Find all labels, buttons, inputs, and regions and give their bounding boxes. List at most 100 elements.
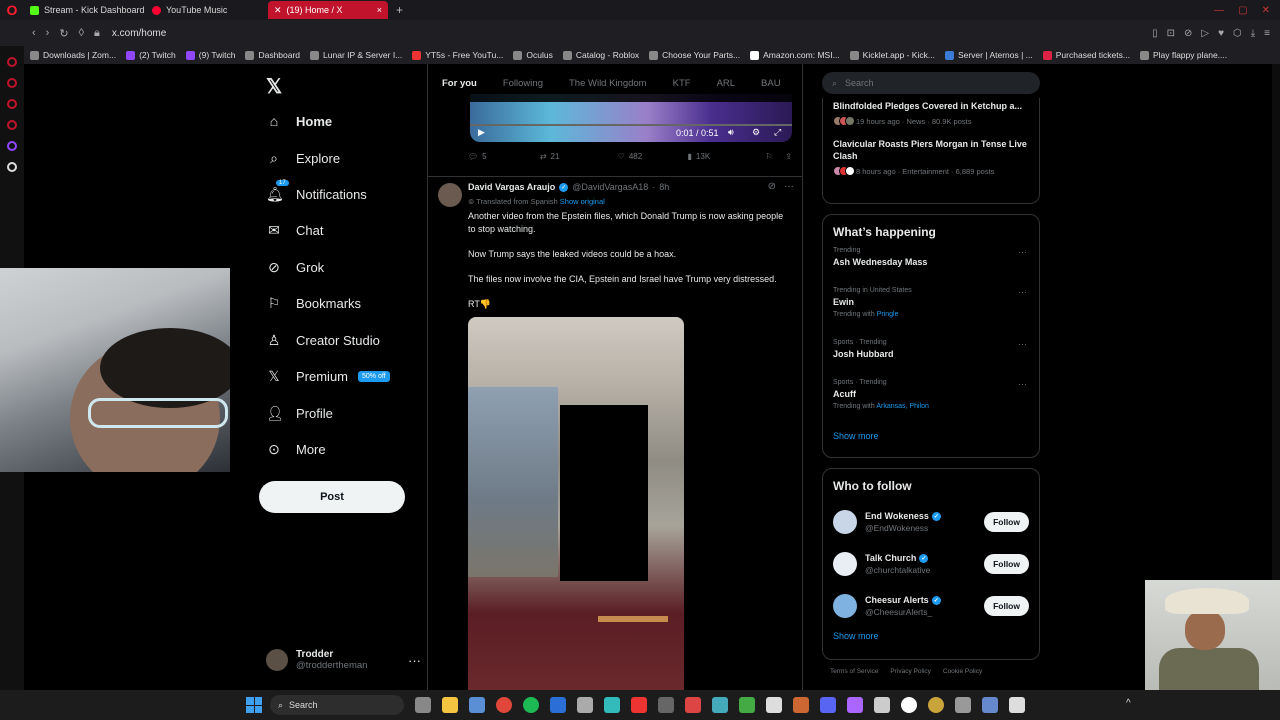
taskbar-app-icon[interactable] <box>469 697 485 713</box>
minecraft-icon[interactable] <box>739 697 755 713</box>
tab-arl[interactable]: ARL <box>717 78 735 89</box>
more-dots-icon[interactable]: ··· <box>1018 379 1027 389</box>
bookmark-item[interactable]: Oculus <box>513 50 553 60</box>
x-logo-icon[interactable]: 𝕏 <box>266 74 282 99</box>
bookmark-item[interactable]: Dashboard <box>245 50 300 60</box>
taskbar-app-icon[interactable] <box>874 697 890 713</box>
back-icon[interactable]: ‹ <box>32 27 36 39</box>
cookie-link[interactable]: Cookie Policy <box>943 668 982 675</box>
post[interactable]: David Vargas Araujo ✓ @DavidVargasA18 · … <box>428 176 802 690</box>
adblock-icon[interactable]: ⊘ <box>1184 28 1192 39</box>
url-field[interactable]: x.com/home <box>112 28 166 39</box>
download-icon[interactable]: ⤓ <box>1251 28 1255 39</box>
settings-gear-icon[interactable]: ⚙ <box>752 127 760 138</box>
more-dots-icon[interactable]: ··· <box>784 181 794 192</box>
taskbar-app-icon[interactable] <box>550 697 566 713</box>
bookmark-item[interactable]: (9) Twitch <box>185 50 235 60</box>
more-dots-icon[interactable]: ··· <box>1018 287 1027 297</box>
nav-notifications[interactable]: 🔔︎ 17 Notifications <box>266 180 367 203</box>
trend-item[interactable]: Sports · Trending Josh Hubbard ··· <box>823 339 1039 379</box>
bookmark-item[interactable]: Server | Aternos | ... <box>944 50 1033 60</box>
show-more-link[interactable]: Show more <box>823 425 1039 453</box>
bookmark-page-icon[interactable]: ▯ <box>1152 28 1158 39</box>
repost-button[interactable]: ⇄ 21 <box>540 152 618 161</box>
follow-button[interactable]: Follow <box>984 512 1029 532</box>
taskbar-app-icon[interactable] <box>766 697 782 713</box>
taskbar-app-icon[interactable] <box>658 697 674 713</box>
follow-suggestion[interactable]: Talk Church ✓ @churchtalkative Follow <box>823 543 1039 585</box>
extensions-icon[interactable]: ⬡ <box>1233 28 1242 39</box>
close-window-icon[interactable]: ✕ <box>1262 5 1270 16</box>
nav-home[interactable]: ⌂ Home <box>266 113 332 129</box>
taskbar-app-icon[interactable] <box>685 697 701 713</box>
forward-icon[interactable]: › <box>46 27 50 39</box>
bookmark-item[interactable]: Downloads | Zom... <box>30 50 116 60</box>
youtube-icon[interactable] <box>631 697 647 713</box>
sidebar-app-icon[interactable] <box>7 78 17 88</box>
play-icon[interactable]: ▶ <box>478 127 485 138</box>
tab-x-home[interactable]: ✕ (19) Home / X × <box>268 1 388 19</box>
bookmark-item[interactable]: Kicklet.app - Kick... <box>849 50 935 60</box>
bookmark-item[interactable]: Lunar IP & Server I... <box>310 50 402 60</box>
nav-more[interactable]: ⊙ More <box>266 441 326 458</box>
follow-button[interactable]: Follow <box>984 554 1029 574</box>
terms-link[interactable]: Terms of Service <box>830 668 878 675</box>
nav-creator-studio[interactable]: ♙ Creator Studio <box>266 332 380 349</box>
follow-button[interactable]: Follow <box>984 596 1029 616</box>
reload-icon[interactable]: ↻ <box>59 27 68 40</box>
close-tab-icon[interactable]: × <box>377 5 382 15</box>
more-dots-icon[interactable]: ··· <box>408 653 421 668</box>
menu-icon[interactable]: ≡ <box>1264 28 1270 39</box>
windows-start-icon[interactable] <box>246 697 262 713</box>
news-item[interactable]: Clavicular Roasts Piers Morgan in Tense … <box>823 126 1039 176</box>
snapshot-icon[interactable]: ⊡ <box>1167 28 1175 39</box>
bookmark-item[interactable]: Choose Your Parts... <box>649 50 740 60</box>
privacy-link[interactable]: Privacy Policy <box>890 668 930 675</box>
heart-icon[interactable]: ♥ <box>1218 28 1224 39</box>
taskbar-search[interactable]: ⌕ Search <box>270 695 404 715</box>
nav-bookmarks[interactable]: ⚐ Bookmarks <box>266 295 361 312</box>
post-video[interactable] <box>468 317 684 690</box>
taskbar-app-icon[interactable] <box>847 697 863 713</box>
taskbar-app-icon[interactable] <box>604 697 620 713</box>
file-explorer-icon[interactable] <box>442 697 458 713</box>
taskbar-app-icon[interactable] <box>712 697 728 713</box>
nav-grok[interactable]: ⊘ Grok <box>266 259 324 276</box>
taskbar-app-icon[interactable] <box>415 697 431 713</box>
author-name[interactable]: David Vargas Araujo <box>468 182 555 192</box>
twitch-sidebar-icon[interactable] <box>7 141 17 151</box>
tab-wild-kingdom[interactable]: The Wild Kingdom <box>569 78 647 89</box>
nav-explore[interactable]: ⌕ Explore <box>266 150 340 167</box>
discord-icon[interactable] <box>820 697 836 713</box>
sidebar-app-icon[interactable] <box>7 57 17 67</box>
follow-suggestion[interactable]: Cheesur Alerts ✓ @CheesurAlerts_ Follow <box>823 585 1039 627</box>
tab-for-you[interactable]: For you <box>442 78 477 89</box>
taskbar-app-icon[interactable] <box>928 697 944 713</box>
tab-youtube-music[interactable]: YouTube Music <box>146 1 266 19</box>
fullscreen-icon[interactable]: ⤢ <box>774 127 781 138</box>
maximize-icon[interactable]: ▢ <box>1238 5 1247 16</box>
x-sidebar-icon[interactable] <box>7 162 17 172</box>
tab-following[interactable]: Following <box>503 78 543 89</box>
play-icon[interactable]: ▷ <box>1201 28 1209 39</box>
minimize-icon[interactable]: — <box>1214 5 1224 16</box>
bookmark-item[interactable]: YT5s - Free YouTu... <box>412 50 503 60</box>
nav-premium[interactable]: 𝕏 Premium 50% off <box>266 368 390 385</box>
search-input[interactable]: ⌕ Search <box>822 72 1040 94</box>
taskbar-app-icon[interactable] <box>793 697 809 713</box>
shield-icon[interactable]: ◊ <box>79 27 84 39</box>
author-handle[interactable]: @DavidVargasA18 <box>572 182 648 192</box>
tab-bau[interactable]: BAU <box>761 78 781 89</box>
video-progress-bar[interactable] <box>470 124 792 126</box>
like-button[interactable]: ♡ 482 <box>618 152 688 161</box>
github-icon[interactable] <box>901 697 917 713</box>
taskbar-app-icon[interactable] <box>577 697 593 713</box>
nav-chat[interactable]: ✉ Chat <box>266 222 323 239</box>
new-tab-button[interactable]: + <box>390 3 409 17</box>
bookmark-item[interactable]: Purchased tickets... <box>1042 50 1130 60</box>
post-time[interactable]: 8h <box>659 182 669 192</box>
news-item[interactable]: Blindfolded Pledges Covered in Ketchup a… <box>823 98 1039 126</box>
trend-item[interactable]: Sports · Trending Acuff Trending with Ar… <box>823 379 1039 425</box>
bookmark-item[interactable]: Amazon.com: MSI... <box>750 50 840 60</box>
bookmark-item[interactable]: Play flappy plane.... <box>1139 50 1227 60</box>
